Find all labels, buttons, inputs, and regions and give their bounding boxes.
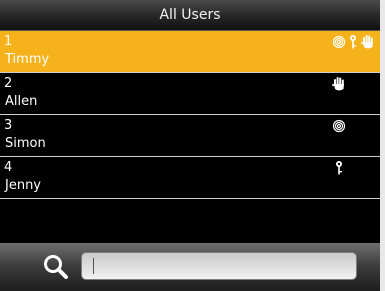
screen-edge <box>380 0 385 291</box>
page-title: All Users <box>159 7 221 23</box>
search-bar <box>0 243 380 291</box>
palm-icon <box>332 76 346 92</box>
device-screen: All Users 1 Timmy 2 Allen 3 Simon 4 Jenn… <box>0 0 380 291</box>
user-name: Simon <box>5 136 46 151</box>
user-id: 4 <box>4 160 13 175</box>
search-icon[interactable] <box>42 253 72 281</box>
fingerprint-icon <box>332 118 346 134</box>
user-id: 3 <box>4 118 13 133</box>
verification-icons <box>332 118 346 134</box>
palm-icon <box>361 34 375 50</box>
verification-icons <box>332 160 346 176</box>
password-key-icon <box>332 160 346 176</box>
user-row-3[interactable]: 3 Simon <box>0 115 380 157</box>
user-name: Jenny <box>5 178 42 193</box>
verification-icons <box>332 34 376 50</box>
user-row-4[interactable]: 4 Jenny <box>0 157 380 199</box>
user-name: Allen <box>5 94 38 109</box>
user-name: Timmy <box>5 52 50 67</box>
search-input[interactable] <box>81 252 357 280</box>
user-id: 1 <box>4 34 13 49</box>
password-key-icon <box>346 34 360 50</box>
user-row-1[interactable]: 1 Timmy <box>0 31 380 73</box>
user-id: 2 <box>4 76 13 91</box>
text-cursor <box>93 258 94 274</box>
user-list: 1 Timmy 2 Allen 3 Simon 4 Jenny <box>0 31 380 199</box>
user-row-2[interactable]: 2 Allen <box>0 73 380 115</box>
fingerprint-icon <box>332 34 346 50</box>
title-bar: All Users <box>0 0 380 31</box>
verification-icons <box>332 76 346 92</box>
